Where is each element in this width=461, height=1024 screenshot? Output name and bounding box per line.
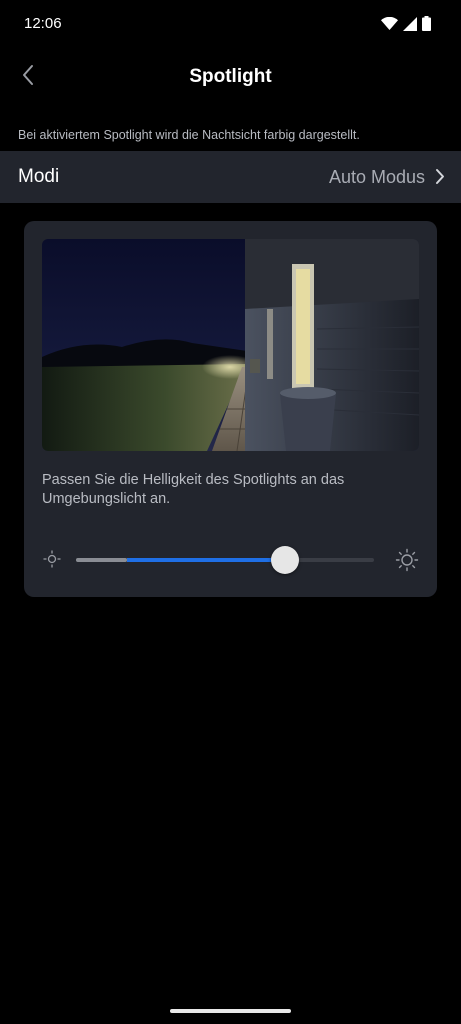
modi-row[interactable]: Modi Auto Modus [0,151,461,203]
status-time: 12:06 [24,15,62,32]
spotlight-card: Passen Sie die Helligkeit des Spotlights… [24,221,437,597]
slider-fill [127,558,285,562]
brightness-low-icon [42,549,62,574]
brightness-hint: Passen Sie die Helligkeit des Spotlights… [42,472,345,507]
home-indicator[interactable] [170,1009,291,1013]
spotlight-screen: 12:06 Spotlight Bei aktiviertem Spotligh… [0,0,461,1024]
battery-icon [422,16,431,31]
modi-value: Auto Modus [328,167,425,187]
brightness-slider [42,543,419,575]
wifi-icon [381,17,398,30]
modi-label: Modi [18,166,60,187]
brightness-high-icon [395,548,419,577]
night-camera-preview [42,239,419,451]
slider-track[interactable] [76,546,374,574]
status-bar: 12:06 [0,0,461,50]
chevron-right-icon [435,168,445,190]
cellular-signal-icon [403,16,417,31]
page-title: Spotlight [189,66,272,87]
spotlight-description: Bei aktiviertem Spotlight wird die Nacht… [18,128,360,142]
slider-thumb[interactable] [271,546,299,574]
slider-buffer [76,558,127,562]
status-icons [381,16,431,31]
header: Spotlight [0,55,461,100]
